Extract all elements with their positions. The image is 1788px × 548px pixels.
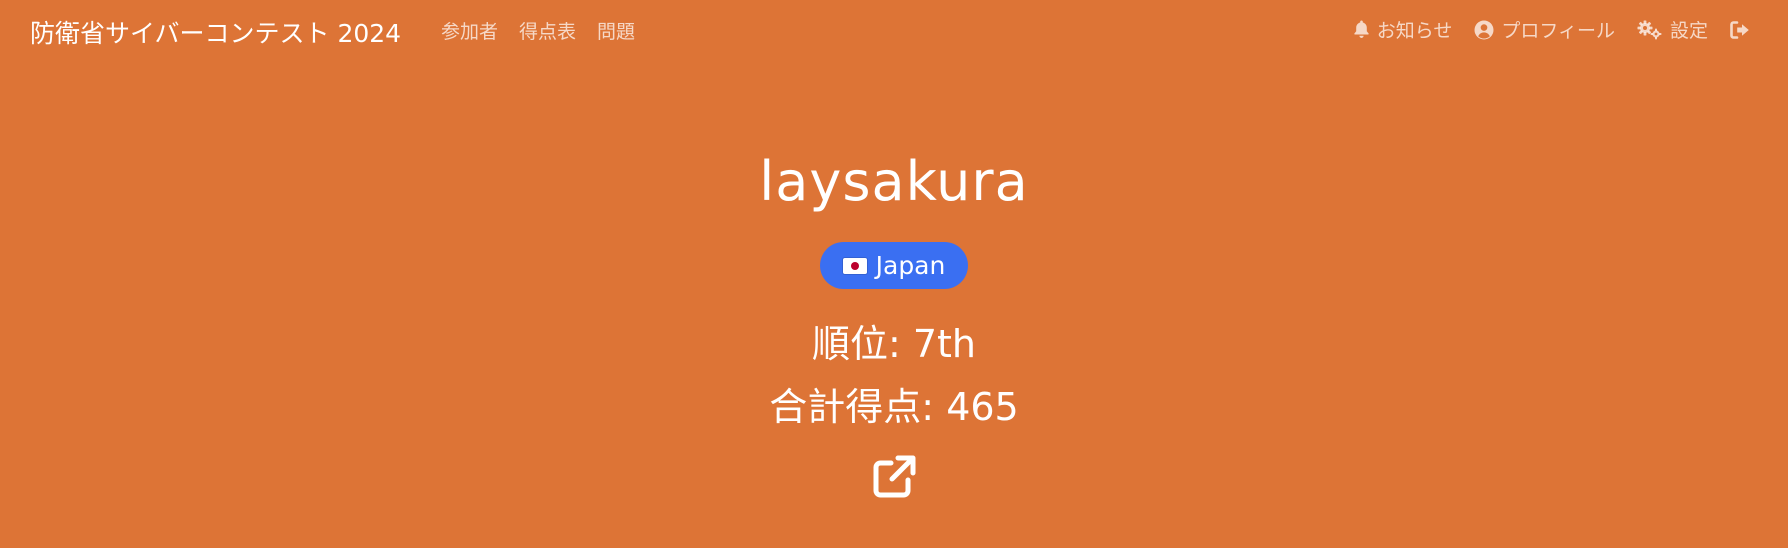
nav-notifications[interactable]: お知らせ [1353,16,1453,43]
country-badge: Japan [820,242,968,289]
external-link-button[interactable] [872,455,916,499]
user-nav: お知らせ プロフィール 設定 [1353,16,1750,43]
score-value: 465 [946,385,1019,429]
nav-notifications-label: お知らせ [1376,20,1453,42]
primary-nav: 参加者 得点表 問題 [441,17,635,44]
rank-value: 7th [912,322,977,366]
navbar: 防衛省サイバーコンテスト 2024 参加者 得点表 問題 お知らせ プロフィール… [0,0,1788,62]
username-heading: laysakura [759,150,1029,213]
nav-link-challenges[interactable]: 問題 [597,17,635,44]
nav-profile-label: プロフィール [1501,20,1615,42]
score-label: 合計得点 [769,385,922,429]
user-circle-icon [1474,20,1494,40]
logout-button[interactable] [1730,20,1750,39]
japan-flag-icon [842,257,867,274]
nav-link-scoreboard[interactable]: 得点表 [519,17,576,44]
nav-link-participants[interactable]: 参加者 [441,17,498,44]
external-link-icon [872,455,916,503]
nav-profile[interactable]: プロフィール [1474,16,1615,43]
sign-out-icon [1730,20,1750,39]
gears-icon [1637,20,1663,40]
country-name: Japan [875,251,946,280]
bell-icon [1353,20,1370,39]
nav-settings-label: 設定 [1669,20,1708,42]
brand-link[interactable]: 防衛省サイバーコンテスト 2024 [30,14,401,50]
rank-label: 順位 [811,322,888,366]
score-line: 合計得点: 465 [769,385,1019,429]
rank-line: 順位: 7th [811,322,977,366]
nav-settings[interactable]: 設定 [1637,16,1708,43]
